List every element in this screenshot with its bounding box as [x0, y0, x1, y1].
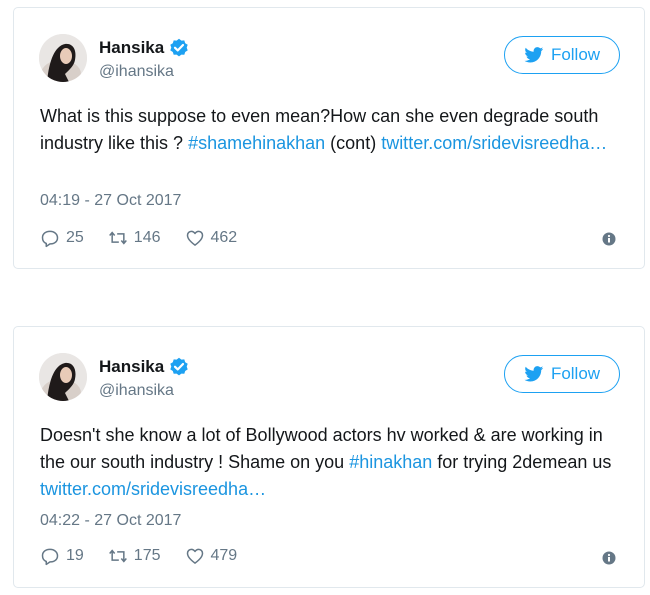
- tweet-actions: 19 175 479: [40, 546, 261, 566]
- like-count: 462: [210, 229, 238, 246]
- tweet-timestamp[interactable]: 04:22 - 27 Oct 2017: [40, 512, 181, 530]
- tweet-text: What is this suppose to even mean?How ca…: [40, 103, 630, 157]
- reply-button[interactable]: 19: [40, 546, 84, 566]
- reply-count: 19: [66, 547, 84, 564]
- info-icon[interactable]: [602, 551, 616, 565]
- reply-icon: [41, 230, 59, 248]
- reply-icon: [41, 548, 59, 566]
- hashtag-link[interactable]: #hinakhan: [349, 452, 432, 472]
- tweet-timestamp[interactable]: 04:19 - 27 Oct 2017: [40, 192, 181, 210]
- author-handle[interactable]: @ihansika: [99, 63, 174, 81]
- tweet-card[interactable]: Hansika @ihansika Follow What is this su…: [13, 7, 645, 269]
- follow-label: Follow: [550, 364, 601, 383]
- url-link[interactable]: twitter.com/sridevisreedha…: [381, 133, 607, 153]
- retweet-button[interactable]: 146: [108, 228, 161, 248]
- retweet-icon: [108, 549, 127, 563]
- verified-badge-icon: [169, 38, 189, 58]
- tweet-actions: 25 146 462: [40, 228, 261, 248]
- tweet-card[interactable]: Hansika @ihansika Follow Doesn't she kno…: [13, 326, 645, 588]
- tweet-text-part: (cont): [325, 133, 382, 153]
- retweet-button[interactable]: 175: [108, 546, 161, 566]
- twitter-bird-icon: [524, 366, 544, 382]
- info-icon[interactable]: [602, 232, 616, 246]
- verified-badge-icon: [169, 357, 189, 377]
- retweet-count: 146: [133, 229, 161, 246]
- retweet-count: 175: [133, 547, 161, 564]
- reply-button[interactable]: 25: [40, 228, 84, 248]
- reply-count: 25: [66, 229, 84, 246]
- like-heart-icon: [186, 230, 203, 246]
- tweet-text-part: for trying 2demean us: [432, 452, 612, 472]
- avatar[interactable]: [39, 34, 87, 82]
- author-name[interactable]: Hansika: [99, 357, 164, 377]
- like-button[interactable]: 479: [185, 546, 238, 566]
- avatar[interactable]: [39, 353, 87, 401]
- like-count: 479: [210, 547, 238, 564]
- author-handle[interactable]: @ihansika: [99, 382, 174, 400]
- follow-button[interactable]: Follow: [504, 355, 620, 393]
- author-name[interactable]: Hansika: [99, 38, 164, 58]
- follow-label: Follow: [550, 45, 601, 64]
- twitter-bird-icon: [524, 47, 544, 63]
- hashtag-link[interactable]: #shamehinakhan: [188, 133, 325, 153]
- tweet-text: Doesn't she know a lot of Bollywood acto…: [40, 422, 630, 503]
- retweet-icon: [108, 231, 127, 245]
- like-heart-icon: [186, 548, 203, 564]
- like-button[interactable]: 462: [185, 228, 238, 248]
- url-link[interactable]: twitter.com/sridevisreedha…: [40, 479, 266, 499]
- follow-button[interactable]: Follow: [504, 36, 620, 74]
